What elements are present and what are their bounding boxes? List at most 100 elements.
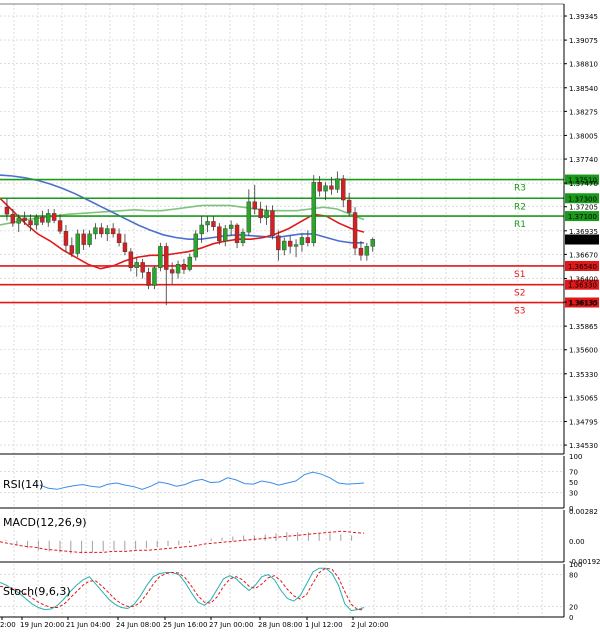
time-tick-label: 21 Jun 04:00 [66,621,110,629]
price-tick-label: 1.36400 [569,275,598,283]
candle-body [252,201,257,210]
rsi-axis-label: 50 [569,479,578,487]
level-price-r1: 1.37100 [568,213,597,221]
candle-body [335,178,340,190]
candle-body [346,199,352,213]
candle-body [175,263,181,274]
time-tick-label: 2 Jul 20:00 [351,621,389,629]
candle-body [122,242,128,252]
candle-body [46,213,51,223]
candle-body [187,256,193,270]
candle-body [28,220,33,226]
price-tick-label: 1.35065 [569,394,598,402]
level-name-s2: S2 [514,289,525,299]
current-price-label: 1.36837 [568,237,597,245]
candle-body [93,227,98,235]
candle-body [370,239,375,247]
rsi-axis-label: 70 [569,469,578,477]
rsi-line [39,471,365,490]
candle-body [287,240,293,247]
price-tick-label: 1.38275 [569,108,598,116]
level-name-r3: R3 [514,184,526,194]
stoch-axis-label: 100 [569,561,582,569]
candle-body [116,233,122,244]
price-tick-label: 1.37205 [569,204,598,212]
candle-body [352,212,358,249]
stoch-axis-label: 20 [569,603,578,611]
rsi-axis-label: 100 [569,453,582,461]
candle-body [358,247,364,256]
chart-window: R31.37510R21.37300R11.37100S11.36540S21.… [0,3,600,629]
candle-body [158,246,163,268]
time-tick-label: 2:00 [0,621,16,629]
candle-body [299,237,305,245]
candle-body [181,263,187,270]
candle-body [57,220,63,232]
candle-body [10,214,16,224]
candle-body [99,227,104,235]
candle-body [193,233,198,258]
price-tick-label: 1.39075 [569,37,598,45]
candle-body [34,216,39,226]
axis-labels: 1.36837 1.39345 1.39075 1.38810 1.38540 1.382… [0,13,600,629]
price-tick-label: 1.36135 [569,299,598,307]
candle-body [364,246,370,256]
price-tick-label: 1.35600 [569,347,598,355]
level-name-r2: R2 [514,202,526,212]
price-tick-label: 1.37740 [569,156,598,164]
macd-axis-label: 0.00 [569,538,585,546]
candle-body [223,228,228,242]
candle-body [40,216,45,223]
stoch-title: Stoch(9,6,3) [3,585,71,598]
candle-body [282,240,287,251]
candle-body [276,235,281,251]
candle-body [293,244,299,247]
candle-body [205,221,210,226]
candle-body [140,262,145,273]
price-tick-label: 1.37470 [569,180,598,188]
candle-body [87,233,92,245]
candle-body [211,221,216,227]
candle-body [264,210,269,219]
candle-body [323,185,328,192]
candle-body [199,224,204,235]
stoch-axis-label: 0 [569,614,573,622]
rsi-axis-label: 30 [569,489,578,497]
indicators: RSI(14) MACD(12,26,9) Stoch(9,6,3) [0,471,564,612]
time-tick-label: 25 Jun 16:00 [163,621,207,629]
price-tick-label: 1.35865 [569,323,598,331]
candle-body [329,185,334,190]
candle-body [240,231,246,244]
level-price-r2: 1.37300 [568,195,597,203]
rsi-title: RSI(14) [3,478,43,491]
candle-body [311,182,316,244]
candle-body [246,201,252,233]
price-tick-label: 1.38810 [569,61,598,69]
time-tick-label: 27 Jun 00:00 [209,621,253,629]
candle-body [270,210,275,236]
time-tick-label: 28 Jun 08:00 [258,621,302,629]
price-tick-label: 1.36935 [569,228,598,236]
price-tick-label: 1.39345 [569,13,598,21]
candle-body [69,245,75,254]
candle-body [317,182,322,192]
candle-body [51,213,57,221]
candle-body [105,228,110,235]
macd-axis-label: 0.00282 [569,508,598,516]
level-name-s3: S3 [514,307,525,317]
price-tick-label: 1.35330 [569,371,598,379]
candle-body [63,231,69,246]
time-tick-label: 24 Jun 08:00 [116,621,160,629]
candle-body [228,224,234,229]
candle-body [81,233,86,245]
candle-body [110,228,116,235]
stoch-axis-label: 80 [569,572,578,580]
candle-body [169,269,175,274]
candle-body [305,237,311,244]
candle-body [234,224,240,244]
candle-body [128,251,134,268]
candle-body [217,226,222,242]
level-price-s1: 1.36540 [568,263,597,271]
candle-body [258,208,263,219]
candle-body [134,262,139,268]
